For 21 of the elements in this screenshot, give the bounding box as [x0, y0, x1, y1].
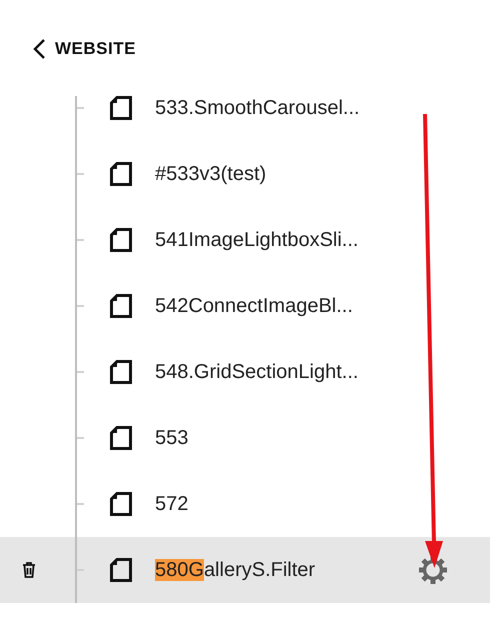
page-icon — [110, 96, 132, 120]
page-name[interactable]: 553 — [155, 426, 188, 450]
page-icon — [110, 228, 132, 252]
page-icon — [110, 426, 132, 450]
page-name[interactable]: 542ConnectImageBl... — [155, 294, 353, 318]
page-name[interactable]: 548.GridSectionLight... — [155, 360, 358, 384]
page-name[interactable]: 541ImageLightboxSli... — [155, 228, 358, 252]
page-name[interactable]: alleryS.Filter — [204, 558, 316, 580]
selected-row[interactable]: 580GalleryS.Filter — [0, 537, 490, 603]
chevron-left-icon — [32, 38, 46, 60]
page-name[interactable]: 572 — [155, 492, 188, 516]
page-icon — [110, 558, 132, 582]
page-icon — [110, 492, 132, 516]
page-icon — [110, 360, 132, 384]
back-link[interactable]: WEBSITE — [32, 38, 136, 60]
page-name[interactable]: 533.SmoothCarousel... — [155, 96, 360, 120]
page-icon — [110, 294, 132, 318]
page-name[interactable]: #533v3(test) — [155, 162, 266, 186]
trash-icon[interactable] — [22, 562, 36, 578]
search-highlight: 580G — [155, 558, 204, 580]
page-icon — [110, 162, 132, 186]
